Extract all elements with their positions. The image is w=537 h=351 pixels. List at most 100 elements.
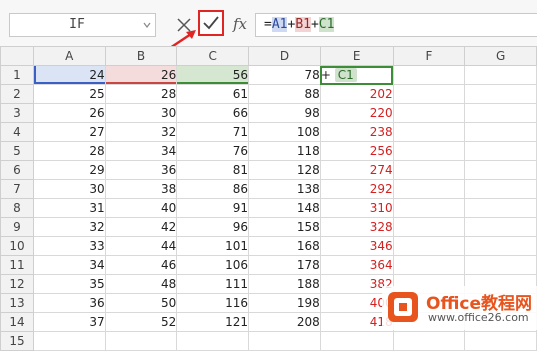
cell-e15[interactable] <box>319 331 394 351</box>
cell-a6[interactable]: 29 <box>32 160 106 180</box>
cell-f2[interactable] <box>392 84 466 104</box>
cell-c13[interactable]: 116 <box>176 293 250 313</box>
cell-f7[interactable] <box>392 179 466 199</box>
cell-d13[interactable]: 198 <box>248 293 321 313</box>
cell-f6[interactable] <box>392 160 466 180</box>
cell-d12[interactable]: 188 <box>248 274 321 294</box>
cell-d15[interactable] <box>248 331 321 351</box>
name-box[interactable]: IF <box>9 13 156 37</box>
cell-c15[interactable] <box>176 331 250 351</box>
cell-e11[interactable]: 364 <box>319 255 394 275</box>
cell-d6[interactable]: 128 <box>248 160 321 180</box>
cell-d8[interactable]: 148 <box>248 198 321 218</box>
cell-f3[interactable] <box>392 103 466 123</box>
cell-f10[interactable] <box>392 236 466 256</box>
cell-c11[interactable]: 106 <box>176 255 250 275</box>
cell-b15[interactable] <box>104 331 178 351</box>
cell-c12[interactable]: 111 <box>176 274 250 294</box>
cell-f15[interactable] <box>392 331 466 351</box>
row-header[interactable]: 10 <box>0 236 34 256</box>
row-header[interactable]: 1 <box>0 65 34 85</box>
cell-e2[interactable]: 202 <box>319 84 394 104</box>
cell-d4[interactable]: 108 <box>248 122 321 142</box>
cell-e10[interactable]: 346 <box>319 236 394 256</box>
cell-g3[interactable] <box>464 103 537 123</box>
cell-d5[interactable]: 118 <box>248 141 321 161</box>
cell-f1[interactable] <box>392 65 466 85</box>
cell-c4[interactable]: 71 <box>176 122 250 142</box>
cell-a12[interactable]: 35 <box>32 274 106 294</box>
cell-b7[interactable]: 38 <box>104 179 178 199</box>
row-header[interactable]: 4 <box>0 122 34 142</box>
column-header-g[interactable]: G <box>464 46 537 66</box>
cell-c1[interactable]: 56 <box>176 65 250 85</box>
cell-e6[interactable]: 274 <box>319 160 394 180</box>
insert-function-button[interactable]: fx <box>229 12 251 36</box>
cell-g6[interactable] <box>464 160 537 180</box>
cell-a11[interactable]: 34 <box>32 255 106 275</box>
cell-f4[interactable] <box>392 122 466 142</box>
cell-c2[interactable]: 61 <box>176 84 250 104</box>
cell-e9[interactable]: 328 <box>319 217 394 237</box>
row-header[interactable]: 7 <box>0 179 34 199</box>
cell-b5[interactable]: 34 <box>104 141 178 161</box>
cell-a2[interactable]: 25 <box>32 84 106 104</box>
cell-f9[interactable] <box>392 217 466 237</box>
cell-b10[interactable]: 44 <box>104 236 178 256</box>
row-header[interactable]: 11 <box>0 255 34 275</box>
cell-g8[interactable] <box>464 198 537 218</box>
cell-d9[interactable]: 158 <box>248 217 321 237</box>
cell-d7[interactable]: 138 <box>248 179 321 199</box>
row-header[interactable]: 12 <box>0 274 34 294</box>
cell-b14[interactable]: 52 <box>104 312 178 332</box>
cell-e1[interactable]: + C1 <box>319 65 394 85</box>
cell-e8[interactable]: 310 <box>319 198 394 218</box>
cell-g7[interactable] <box>464 179 537 199</box>
cell-b13[interactable]: 50 <box>104 293 178 313</box>
cell-a13[interactable]: 36 <box>32 293 106 313</box>
cell-d11[interactable]: 178 <box>248 255 321 275</box>
row-header[interactable]: 5 <box>0 141 34 161</box>
column-header-b[interactable]: B <box>104 46 178 66</box>
row-header[interactable]: 6 <box>0 160 34 180</box>
chevron-down-icon[interactable] <box>143 21 151 29</box>
cell-b2[interactable]: 28 <box>104 84 178 104</box>
row-header[interactable]: 2 <box>0 84 34 104</box>
row-header[interactable]: 9 <box>0 217 34 237</box>
cell-b3[interactable]: 30 <box>104 103 178 123</box>
row-header[interactable]: 8 <box>0 198 34 218</box>
cell-c5[interactable]: 76 <box>176 141 250 161</box>
cell-f5[interactable] <box>392 141 466 161</box>
cell-g11[interactable] <box>464 255 537 275</box>
cell-c7[interactable]: 86 <box>176 179 250 199</box>
cell-b6[interactable]: 36 <box>104 160 178 180</box>
cell-g9[interactable] <box>464 217 537 237</box>
cell-b8[interactable]: 40 <box>104 198 178 218</box>
cell-b12[interactable]: 48 <box>104 274 178 294</box>
cell-a1[interactable]: 24 <box>32 65 106 85</box>
cell-a4[interactable]: 27 <box>32 122 106 142</box>
cell-a14[interactable]: 37 <box>32 312 106 332</box>
column-header-d[interactable]: D <box>248 46 321 66</box>
cell-a8[interactable]: 31 <box>32 198 106 218</box>
cell-a15[interactable] <box>32 331 106 351</box>
row-header[interactable]: 3 <box>0 103 34 123</box>
cell-e5[interactable]: 256 <box>319 141 394 161</box>
select-all-corner[interactable] <box>0 46 34 66</box>
cell-d2[interactable]: 88 <box>248 84 321 104</box>
cell-c3[interactable]: 66 <box>176 103 250 123</box>
cell-a9[interactable]: 32 <box>32 217 106 237</box>
cell-a5[interactable]: 28 <box>32 141 106 161</box>
cell-b4[interactable]: 32 <box>104 122 178 142</box>
column-header-a[interactable]: A <box>32 46 106 66</box>
cell-e3[interactable]: 220 <box>319 103 394 123</box>
cell-b9[interactable]: 42 <box>104 217 178 237</box>
cell-g4[interactable] <box>464 122 537 142</box>
cell-g10[interactable] <box>464 236 537 256</box>
cell-e4[interactable]: 238 <box>319 122 394 142</box>
cell-e7[interactable]: 292 <box>319 179 394 199</box>
cell-d1[interactable]: 78 <box>248 65 321 85</box>
cell-c9[interactable]: 96 <box>176 217 250 237</box>
row-header[interactable]: 13 <box>0 293 34 313</box>
cell-a7[interactable]: 30 <box>32 179 106 199</box>
